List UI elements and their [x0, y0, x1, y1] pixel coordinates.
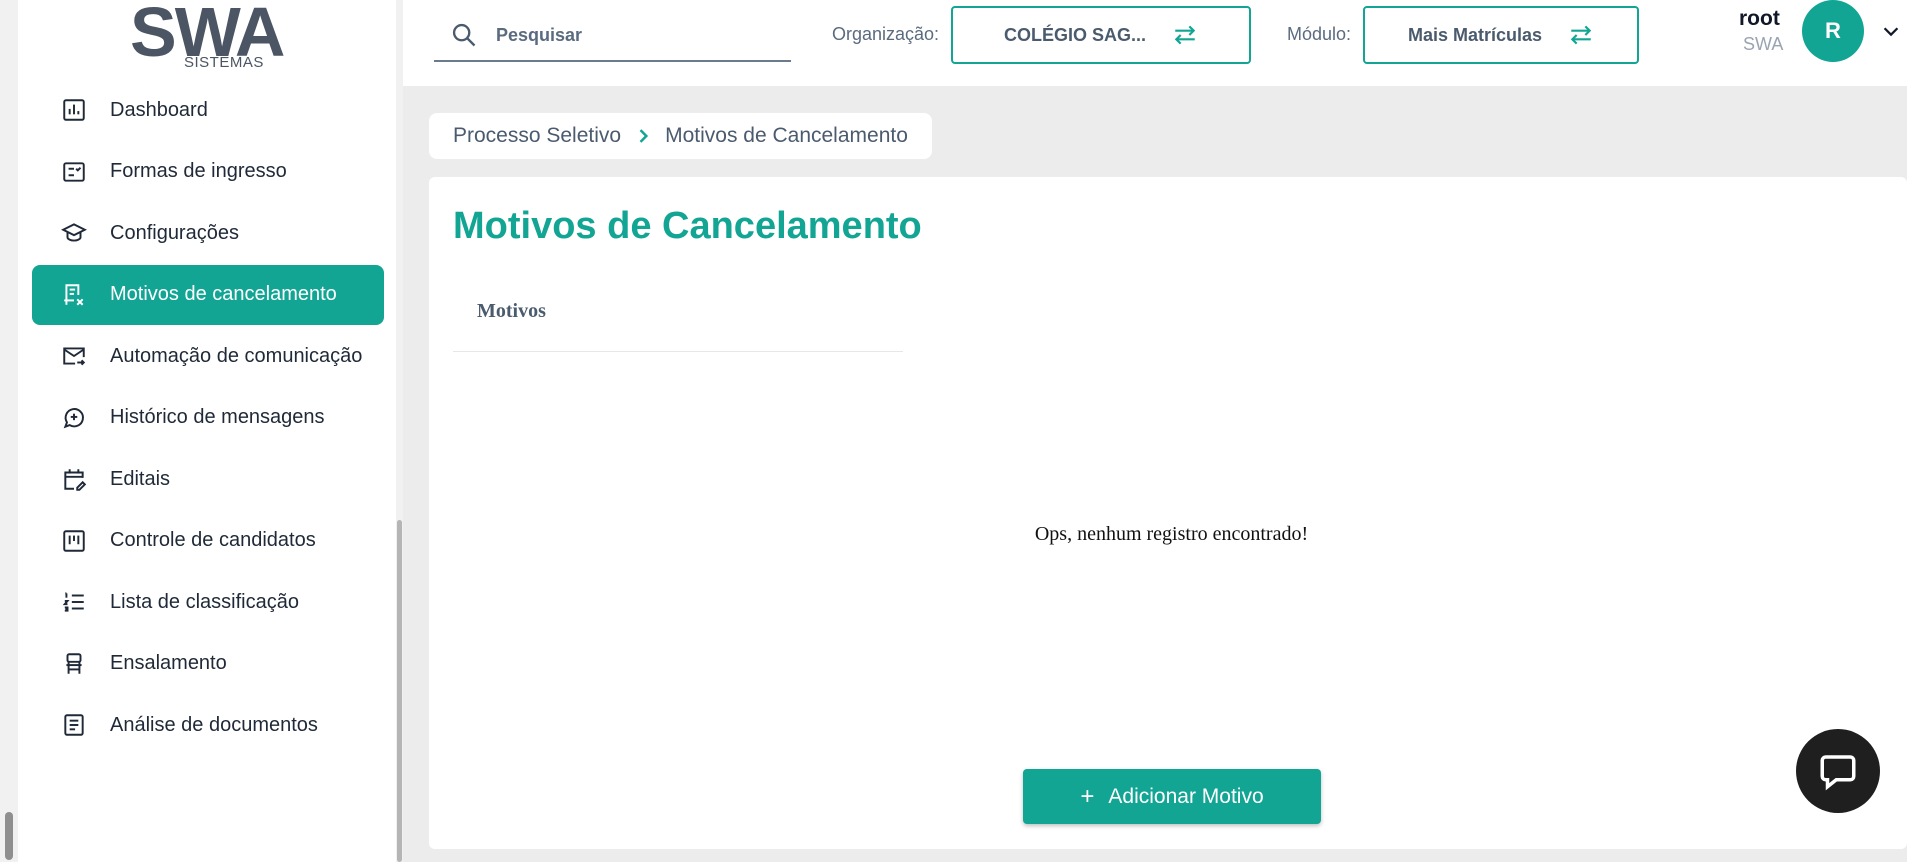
sidebar-item-label: Ensalamento: [110, 652, 227, 674]
graduation-cap-icon: [54, 220, 94, 246]
page-title: Motivos de Cancelamento: [453, 205, 922, 247]
sidebar-item-controle-de-candidatos[interactable]: Controle de candidatos: [32, 511, 384, 571]
swap-icon: [1570, 25, 1592, 45]
sidebar-item-analise-de-documentos[interactable]: Análise de documentos: [32, 695, 384, 755]
sidebar-item-label: Controle de candidatos: [110, 529, 316, 551]
sidebar-item-historico-de-mensagens[interactable]: Histórico de mensagens: [32, 388, 384, 448]
sidebar-item-label: Formas de ingresso: [110, 160, 287, 182]
sidebar-scrollbar-thumb[interactable]: [397, 520, 402, 862]
breadcrumb: Processo Seletivo Motivos de Cancelament…: [429, 113, 932, 159]
chat-bubble-icon: [1820, 755, 1856, 791]
avatar[interactable]: R: [1802, 0, 1864, 62]
search-input[interactable]: [496, 24, 776, 46]
sidebar-item-label: Motivos de cancelamento: [110, 283, 337, 305]
search-bar[interactable]: [434, 10, 791, 62]
sidebar-item-label: Automação de comunicação: [110, 344, 363, 367]
main-content: Processo Seletivo Motivos de Cancelament…: [403, 86, 1907, 862]
add-reason-button-label: Adicionar Motivo: [1108, 784, 1264, 808]
chat-support-button[interactable]: [1796, 729, 1880, 813]
sidebar-item-label: Lista de classificação: [110, 590, 299, 613]
sidebar-item-label: Dashboard: [110, 98, 208, 121]
sidebar-item-label: Configurações: [110, 221, 239, 244]
user-name: root: [1739, 7, 1780, 30]
sidebar-item-dashboard[interactable]: Dashboard: [32, 80, 384, 140]
empty-state-message: Ops, nenhum registro encontrado!: [1034, 523, 1309, 545]
sidebar-nav: Dashboard Formas de ingresso Configuraçõ…: [32, 80, 384, 757]
mail-forward-icon: [54, 343, 94, 369]
sidebar: SWA SISTEMAS Dashboard Formas de ingress…: [18, 0, 421, 862]
sidebar-item-label: Análise de documentos: [110, 713, 318, 736]
logo-subtitle: SISTEMAS: [184, 54, 264, 71]
organization-value: COLÉGIO SAG...: [1003, 24, 1146, 45]
chevron-down-icon[interactable]: [1880, 20, 1902, 42]
receipt-cancel-icon: [54, 282, 94, 308]
sidebar-item-ensalamento[interactable]: Ensalamento: [32, 634, 384, 694]
plus-icon: +: [1080, 782, 1095, 810]
sidebar-item-editais[interactable]: Editais: [32, 449, 384, 509]
sidebar-item-label: Editais: [110, 467, 171, 490]
module-value: Mais Matrículas: [1407, 24, 1543, 45]
sidebar-item-label: Histórico de mensagens: [110, 406, 325, 428]
window-scrollbar[interactable]: [0, 0, 18, 862]
search-icon: [452, 23, 476, 47]
sidebar-item-lista-de-classificacao[interactable]: Lista de classificação: [32, 572, 384, 632]
brand-logo[interactable]: SWA SISTEMAS: [130, 0, 320, 72]
add-reason-button[interactable]: + Adicionar Motivo: [1023, 769, 1321, 824]
swap-icon: [1174, 25, 1196, 45]
chevron-right-icon: [639, 129, 649, 143]
sidebar-item-automacao-de-comunicacao[interactable]: Automação de comunicação: [32, 326, 384, 386]
organization-switch-button[interactable]: COLÉGIO SAG...: [951, 6, 1251, 64]
ordered-list-icon: [54, 589, 94, 615]
organization-label: Organização:: [832, 24, 940, 44]
sidebar-item-motivos-de-cancelamento[interactable]: Motivos de cancelamento: [32, 264, 384, 325]
breadcrumb-parent[interactable]: Processo Seletivo: [453, 124, 621, 148]
calendar-edit-icon: [54, 466, 94, 492]
sidebar-item-configuracoes[interactable]: Configurações: [32, 203, 384, 263]
kanban-icon: [54, 528, 94, 554]
user-organization: SWA: [1743, 34, 1784, 54]
content-card: Motivos de Cancelamento Motivos Ops, nen…: [429, 177, 1907, 849]
window-scrollbar-thumb[interactable]: [5, 812, 13, 860]
table-column-header: Motivos: [453, 272, 903, 352]
message-plus-icon: [54, 405, 94, 431]
seat-icon: [54, 651, 94, 677]
module-label: Módulo:: [1287, 24, 1352, 44]
sidebar-item-formas-de-ingresso[interactable]: Formas de ingresso: [32, 142, 384, 202]
breadcrumb-current: Motivos de Cancelamento: [665, 124, 908, 147]
document-icon: [54, 712, 94, 738]
dashboard-icon: [54, 97, 94, 123]
checklist-icon: [54, 159, 94, 185]
module-switch-button[interactable]: Mais Matrículas: [1363, 6, 1639, 64]
top-header: Organização: COLÉGIO SAG... Módulo: Mais…: [403, 0, 1907, 86]
